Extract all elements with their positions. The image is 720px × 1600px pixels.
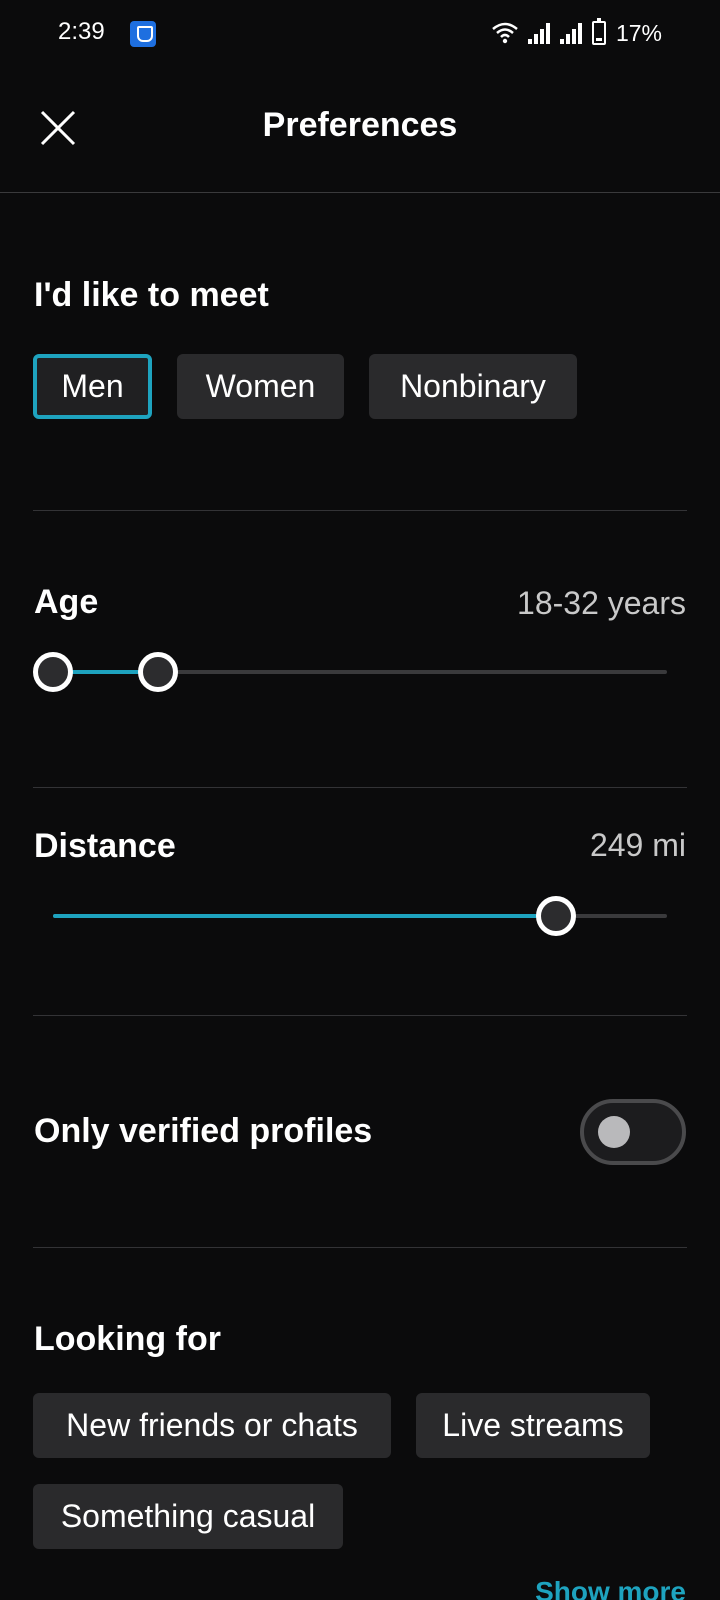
wifi-icon [492,22,518,44]
divider [33,510,687,511]
signal-icon [527,22,550,44]
signal-icon-2 [559,22,582,44]
age-value: 18-32 years [517,585,686,621]
app-notification-icon [130,21,156,47]
page-title: Preferences [262,106,458,144]
chip-live-streams[interactable]: Live streams [416,1393,650,1458]
battery-percentage: 17% [615,19,662,46]
age-min-thumb[interactable] [33,652,73,692]
show-more-link[interactable]: Show more [535,1576,686,1600]
status-time: 2:39 [58,18,105,45]
chip-something-casual[interactable]: Something casual [33,1484,343,1549]
looking-for-title: Looking for [34,1320,221,1358]
distance-thumb[interactable] [536,896,576,936]
status-icons: 17% [492,18,662,48]
verified-toggle[interactable] [580,1099,686,1165]
divider [33,1015,687,1016]
distance-label: Distance [34,827,176,865]
age-label: Age [34,583,99,621]
battery-icon [591,18,606,45]
chip-nonbinary[interactable]: Nonbinary [369,354,577,419]
chip-new-friends[interactable]: New friends or chats [33,1393,391,1458]
verified-label: Only verified profiles [34,1112,373,1150]
toggle-knob [598,1116,630,1148]
divider [33,787,687,788]
meet-section-title: I'd like to meet [34,276,269,314]
app-header: Preferences [0,68,720,193]
age-max-thumb[interactable] [138,652,178,692]
chip-men[interactable]: Men [33,354,152,419]
divider [33,1247,687,1248]
status-bar: 2:39 17% [0,0,720,68]
chip-women[interactable]: Women [177,354,344,419]
distance-value: 249 mi [589,827,686,863]
distance-slider-fill [53,914,556,918]
